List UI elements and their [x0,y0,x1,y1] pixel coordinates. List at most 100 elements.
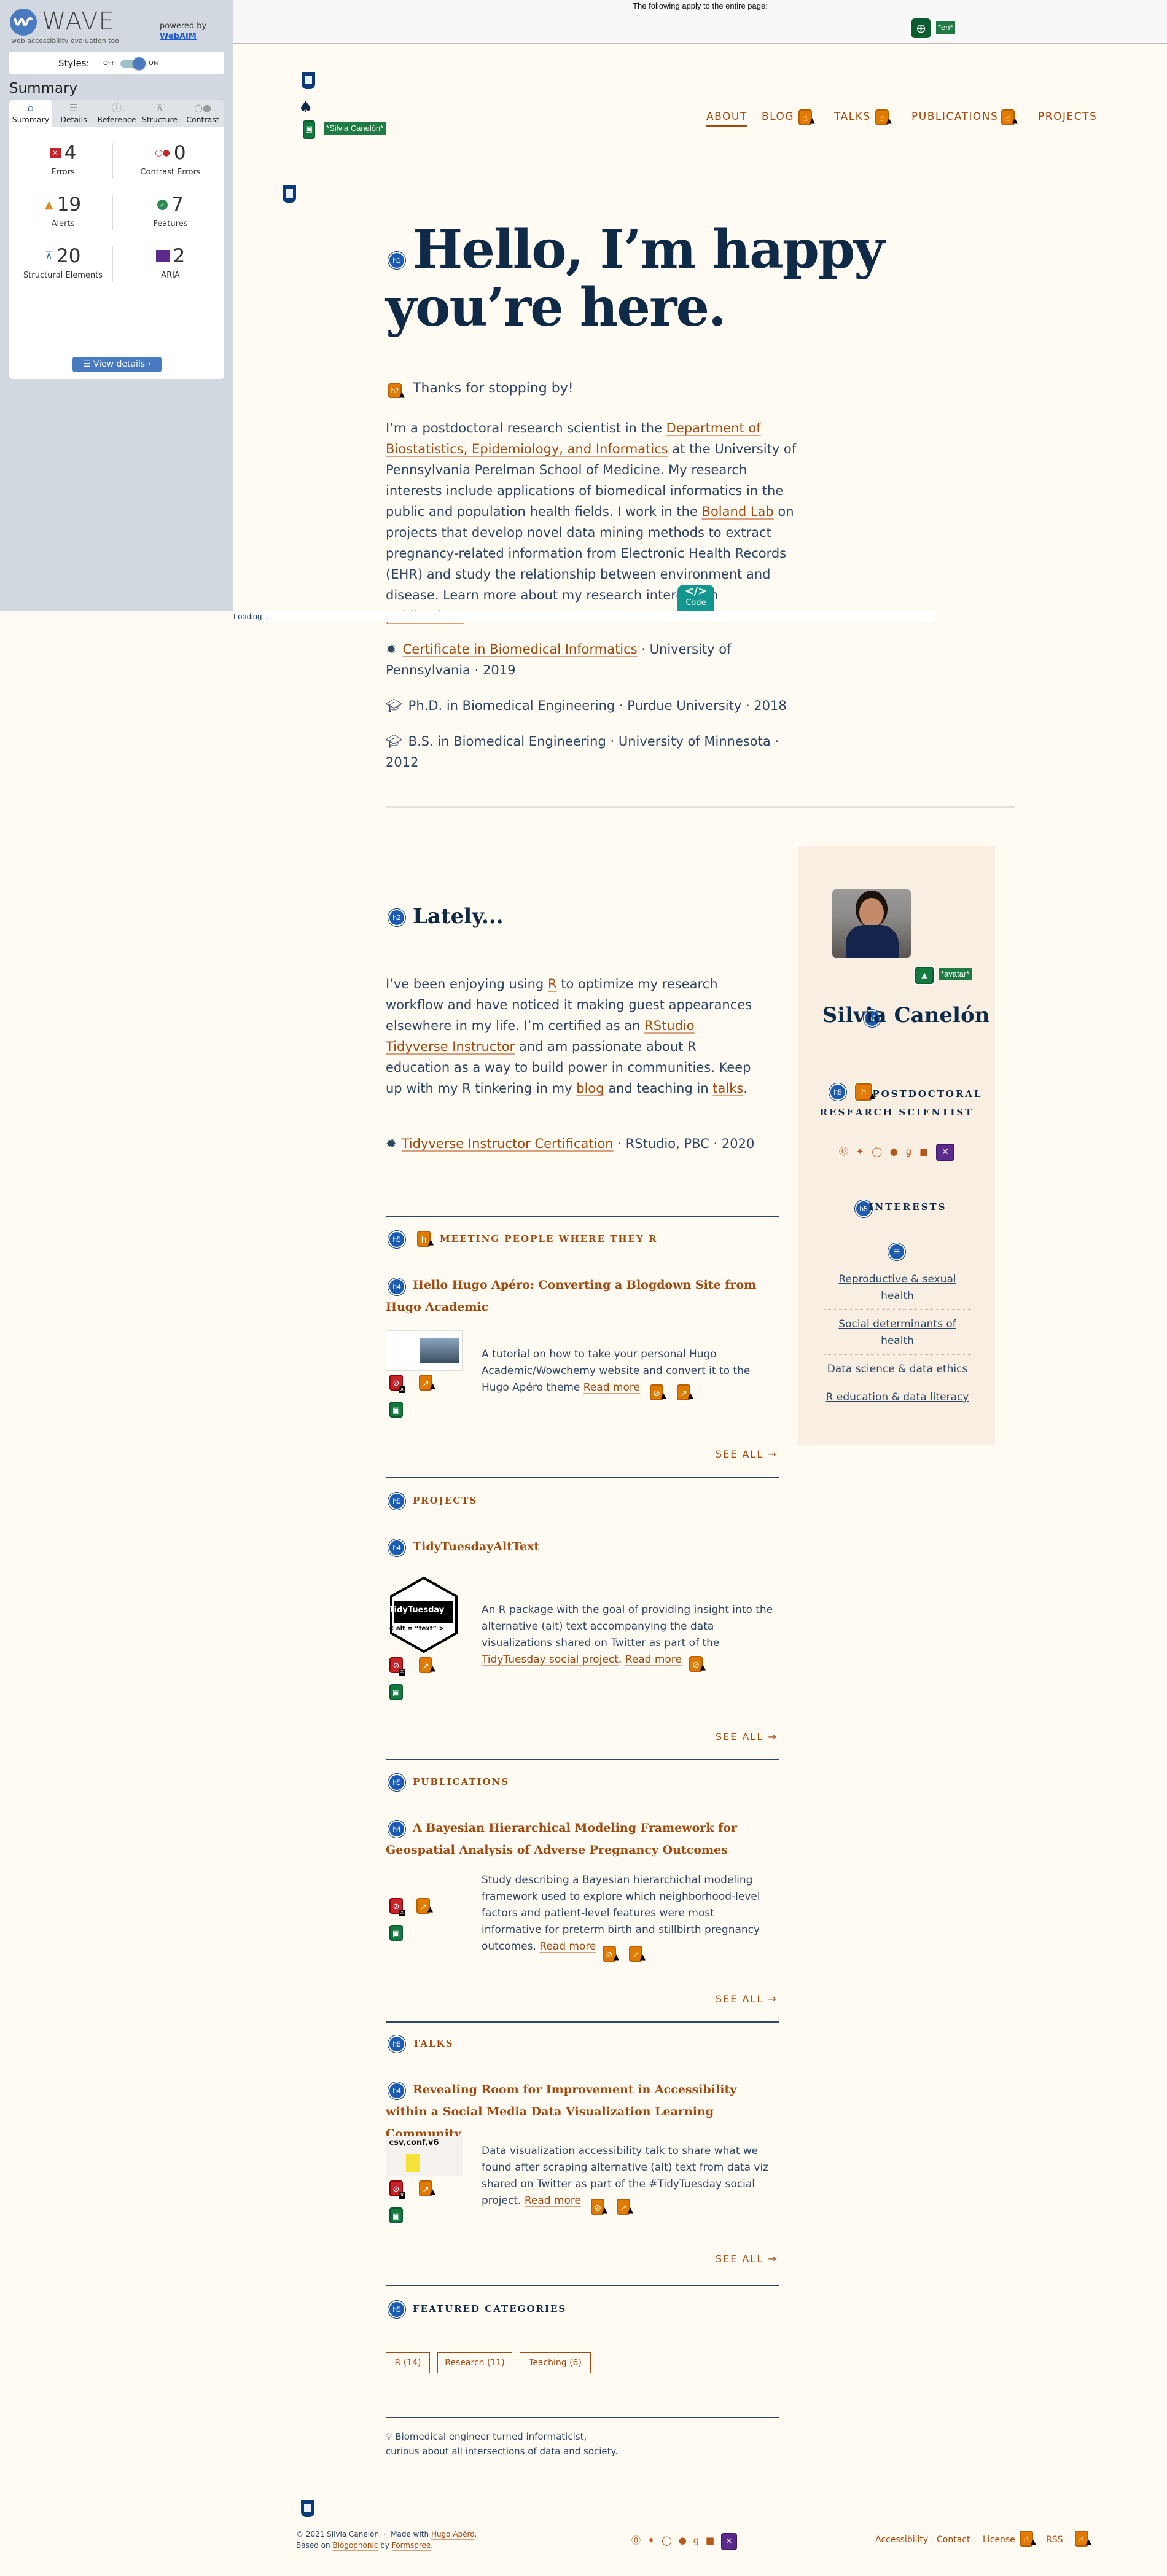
redundant-link-alert-icon[interactable]: ↗ [419,2180,435,2199]
site-logo-icon[interactable]: ♠ [299,98,313,117]
tab-contrast[interactable]: ○● Contrast [181,100,224,127]
nav-projects[interactable]: PROJECTS [1038,111,1097,123]
github-icon[interactable]: ◯ [662,2535,672,2546]
talk-thumbnail[interactable]: csv,conf,v6 [386,2136,463,2176]
suspicious-link-alert-icon[interactable]: ⊘ [603,1946,619,1965]
redundant-link-alert-icon[interactable]: ↗ [419,1657,435,1676]
footer-contact-link[interactable]: Contact [937,2535,970,2545]
publication-title[interactable]: A Bayesian Hierarchical Modeling Framewo… [386,1817,779,1861]
nav-about[interactable]: ABOUT [706,111,747,127]
tab-reference[interactable]: ⓘ Reference [95,100,138,127]
hugo-apero-link[interactable]: Hugo Apéro [431,2530,474,2539]
talks-link[interactable]: talks [712,1081,743,1096]
category-r-button[interactable]: R (14) [386,2352,430,2373]
styles-toggle-knob[interactable] [133,57,146,70]
redundant-link-alert-icon[interactable]: ↗ [416,1898,433,1917]
accessibility-icon[interactable]: ⓪ [839,1145,848,1158]
twitter-icon[interactable]: ✦ [647,2535,655,2546]
google-scholar-icon[interactable]: g [693,2535,700,2546]
category-teaching-button[interactable]: Teaching (6) [520,2352,591,2373]
orcid-icon[interactable]: ● [890,1146,898,1157]
footer-rss-link[interactable]: RSS [1046,2535,1063,2545]
tidyverse-certification-link[interactable]: Tidyverse Instructor Certification [402,1136,614,1151]
footer-accessibility-link[interactable]: Accessibility [875,2535,928,2545]
h5-heading-icon[interactable]: h5 [389,1232,404,1247]
tab-summary[interactable]: ⌂ Summary [9,100,52,127]
list-structure-icon[interactable]: ☰ [889,1244,904,1259]
image-feature-icon[interactable]: ▣ [303,120,315,139]
suspicious-link-alert-icon[interactable]: ⊘ [689,1656,706,1675]
see-all-publications-link[interactable]: SEE ALL → [716,1993,778,2005]
blog-post-thumbnail[interactable] [386,1330,463,1371]
skipped-heading-alert-icon[interactable]: h [417,1231,434,1250]
read-more-link[interactable]: Read more [625,1653,682,1666]
stat-contrast-errors[interactable]: ○● 0 Contrast Errors [117,142,224,191]
see-all-talks-link[interactable]: SEE ALL → [716,2253,778,2265]
orcid-icon[interactable]: ● [679,2535,687,2546]
interest-link[interactable]: Data science & data ethics [824,1360,971,1383]
tab-structure[interactable]: ⊼ Structure [138,100,181,127]
stat-structural-elements[interactable]: ⊼ 20 Structural Elements [9,245,117,294]
nav-talks[interactable]: TALKS [834,111,871,123]
github-icon[interactable]: ◯ [872,1146,882,1157]
r-link[interactable]: R [548,977,557,991]
figure-feature-icon[interactable]: ▣ [389,1925,403,1941]
redundant-link-alert-icon[interactable]: ☝ [1001,109,1018,128]
stat-errors[interactable]: ✕ 4 Errors [9,142,117,191]
linked-image-missing-alt-error-icon[interactable]: ⊘ [389,1898,405,1916]
image-alt-feature-icon[interactable]: ▲ [915,967,934,984]
figure-feature-icon[interactable]: ▣ [389,1402,403,1418]
h5-heading-icon[interactable]: h5 [389,2037,404,2051]
suspicious-link-alert-icon[interactable]: ⊘ [591,2199,607,2218]
formspree-link[interactable]: Formspree [392,2541,431,2550]
h5-heading-icon[interactable]: h5 [389,1494,404,1509]
read-more-link[interactable]: Read more [584,1381,640,1394]
stat-alerts[interactable]: ▲ 19 Alerts [9,193,117,243]
accessibility-icon[interactable]: ⓪ [631,2534,641,2547]
category-research-button[interactable]: Research (11) [437,2352,512,2373]
wave-structure-icon[interactable] [302,72,315,89]
h5-heading-icon[interactable]: h5 [389,1775,404,1790]
tab-details[interactable]: ☰ Details [52,100,95,127]
code-badge[interactable]: </> Code [677,585,714,611]
globe-icon[interactable]: ⊕ [911,18,931,38]
blogophonic-link[interactable]: Blogophonic [332,2541,378,2550]
redundant-link-alert-icon[interactable]: ☝ [1075,2531,1091,2550]
figure-feature-icon[interactable]: ▣ [389,2207,403,2223]
stat-features[interactable]: ✓ 7 Features [117,193,224,243]
read-more-link[interactable]: Read more [539,1940,596,1953]
linked-image-missing-alt-error-icon[interactable]: ⊘ [389,1657,405,1676]
view-details-button[interactable]: ☰ View details › [72,357,162,372]
blog-post-title[interactable]: Hello Hugo Apéro: Converting a Blogdown … [386,1274,779,1318]
certificate-link[interactable]: Certificate in Biomedical Informatics [403,642,638,657]
nav-blog[interactable]: BLOG [762,111,794,123]
redundant-link-alert-icon[interactable]: ☝ [1020,2531,1036,2550]
wave-structure-icon[interactable] [283,185,296,203]
blog-link[interactable]: blog [576,1081,604,1096]
suspicious-link-alert-icon[interactable]: ⊘ [650,1384,666,1403]
nav-publications[interactable]: PUBLICATIONS [911,111,998,123]
see-all-blog-link[interactable]: SEE ALL → [716,1448,778,1460]
google-scholar-icon[interactable]: g [906,1146,912,1157]
redundant-link-alert-icon[interactable]: ↗ [677,1384,693,1403]
stat-aria[interactable]: 2 ARIA [117,245,224,294]
interest-link[interactable]: R education & data literacy [824,1388,971,1411]
interest-link[interactable]: Reproductive & sexual health [824,1270,971,1310]
boland-lab-link[interactable]: Boland Lab [702,504,774,519]
wave-structure-icon[interactable] [301,2500,314,2517]
linked-image-missing-alt-error-icon[interactable]: ⊘ [389,2180,405,2199]
redundant-link-alert-icon[interactable]: ↗ [629,1946,646,1965]
linked-image-missing-alt-error-icon[interactable]: ⊘ [389,1375,405,1393]
h5-heading-icon[interactable]: h5 [389,2302,404,2317]
possible-heading-alert-icon[interactable]: h? [388,383,405,401]
linkedin-icon[interactable]: ■ [919,1146,928,1157]
redundant-link-alert-icon[interactable]: ↗ [617,2199,633,2218]
talk-title[interactable]: Revealing Room for Improvement in Access… [386,2078,779,2145]
h2-heading-icon[interactable]: h2 [389,910,404,925]
project-title[interactable]: TidyTuesdayAltText [386,1536,779,1558]
see-all-projects-link[interactable]: SEE ALL → [716,1731,778,1743]
redundant-link-alert-icon[interactable]: ☝ [798,109,815,128]
twitter-icon[interactable]: ✦ [856,1146,864,1157]
read-more-link[interactable]: Read more [525,2195,581,2207]
interest-link[interactable]: Social determinants of health [824,1315,971,1355]
